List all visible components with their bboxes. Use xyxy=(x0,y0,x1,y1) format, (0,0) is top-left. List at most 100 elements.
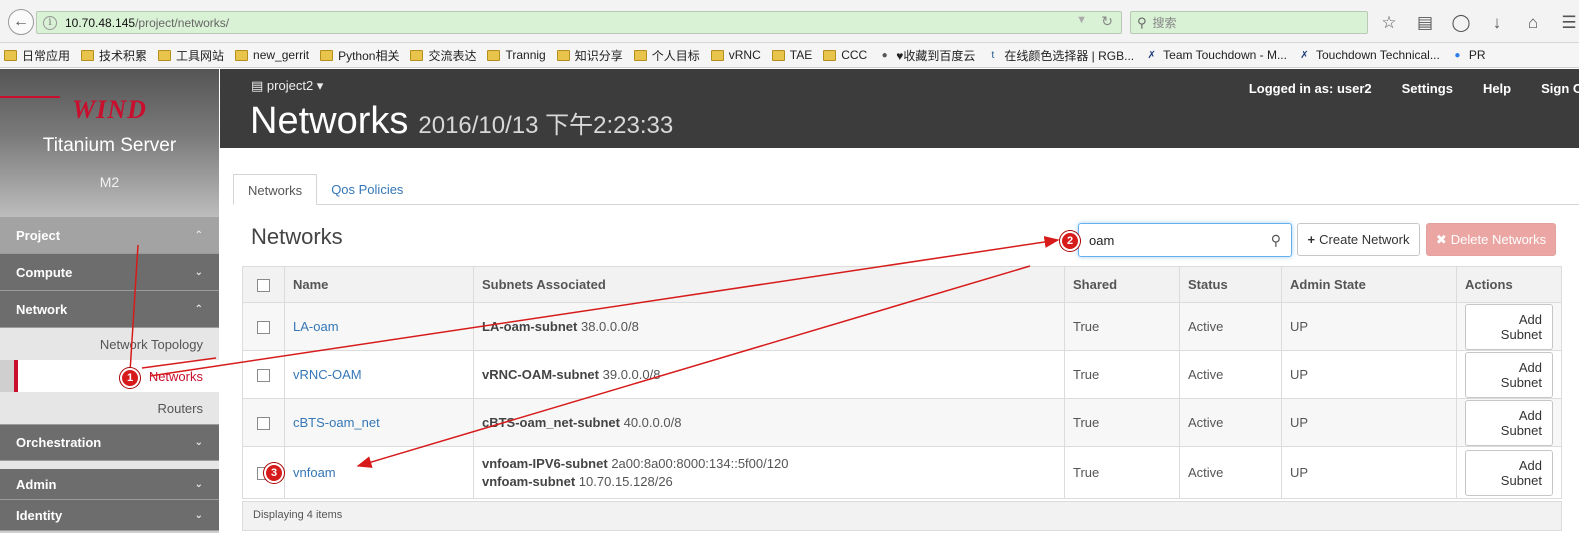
page-title-text: Networks xyxy=(250,100,409,142)
browser-search-box[interactable]: ⚲ 搜索 xyxy=(1130,11,1368,34)
add-subnet-button[interactable]: Add Subnet xyxy=(1465,449,1553,496)
subnets-cell: vRNC-OAM-subnet 39.0.0.0/8 xyxy=(473,350,1065,399)
caret-down-icon: ▾ xyxy=(316,78,324,93)
folder-icon xyxy=(235,49,249,61)
bookmark-item[interactable]: CCC xyxy=(823,48,867,62)
reload-icon[interactable]: ↻ xyxy=(1101,13,1113,30)
bookmark-item[interactable]: vRNC xyxy=(710,48,761,62)
add-subnet-button[interactable]: Add Subnet xyxy=(1465,351,1553,398)
search-icon[interactable]: ⚲ xyxy=(1271,232,1281,249)
col-subnets[interactable]: Subnets Associated xyxy=(473,266,1065,303)
help-link[interactable]: Help xyxy=(1483,81,1511,96)
folder-icon xyxy=(823,49,837,61)
table-row: LA-oam LA-oam-subnet 38.0.0.0/8 True Act… xyxy=(242,302,1562,351)
nav-admin[interactable]: Admin ⌄ xyxy=(0,469,219,500)
filter-input[interactable]: oam ⚲ xyxy=(1078,223,1292,257)
nav-network[interactable]: Network ⌃ xyxy=(0,291,219,328)
col-admin-state[interactable]: Admin State xyxy=(1281,266,1457,303)
folder-icon xyxy=(556,49,570,61)
address-bar[interactable]: i 10.70.48.145/project/networks/ ▼ ↻ xyxy=(36,11,1122,34)
select-all-cell xyxy=(242,266,285,303)
bookmark-item[interactable]: new_gerrit xyxy=(235,48,309,62)
bookmark-item[interactable]: 日常应用 xyxy=(4,47,70,64)
menu-icon[interactable]: ☰ xyxy=(1558,12,1579,34)
home-icon[interactable]: ⌂ xyxy=(1522,12,1544,34)
create-network-button[interactable]: + Create Network xyxy=(1297,223,1420,256)
sign-out-link[interactable]: Sign O xyxy=(1541,81,1579,96)
network-name-link[interactable]: vnfoam xyxy=(293,465,336,480)
tab-qos-policies[interactable]: Qos Policies xyxy=(317,174,417,205)
download-icon[interactable]: ↓ xyxy=(1486,12,1508,34)
sidebar-item-routers[interactable]: Routers xyxy=(0,392,219,424)
network-name-link[interactable]: cBTS-oam_net xyxy=(293,415,380,430)
subnet-line: vnfoam-IPV6-subnet 2a00:8a00:8000:134::5… xyxy=(482,456,1056,471)
bookmark-item[interactable]: ● PR xyxy=(1451,48,1485,62)
project-icon: ▤ xyxy=(251,78,264,93)
name-cell: vnfoam xyxy=(284,446,474,499)
toolbar-icons: ☆ ▤ ◯ ↓ ⌂ ☰ xyxy=(1378,12,1579,34)
sidebar-item-network-topology[interactable]: Network Topology xyxy=(0,328,219,360)
col-shared[interactable]: Shared xyxy=(1064,266,1180,303)
tab-networks[interactable]: Networks xyxy=(233,174,318,205)
row-checkbox[interactable] xyxy=(257,369,270,383)
subnet-cidr: 40.0.0.0/8 xyxy=(623,415,682,430)
select-all-checkbox[interactable] xyxy=(257,279,270,293)
bookmark-item[interactable]: TAE xyxy=(771,48,812,62)
dropdown-arrow-icon[interactable]: ▼ xyxy=(1076,14,1087,26)
bookmark-item[interactable]: 交流表达 xyxy=(410,47,476,64)
folder-icon xyxy=(771,49,785,61)
bookmark-item[interactable]: 技术积累 xyxy=(81,47,147,64)
table-row: vRNC-OAM vRNC-OAM-subnet 39.0.0.0/8 True… xyxy=(242,350,1562,399)
bookmark-item[interactable]: 工具网站 xyxy=(158,47,224,64)
url-path: /project/networks/ xyxy=(135,15,230,30)
nav-compute[interactable]: Compute ⌄ xyxy=(0,254,219,291)
folder-icon xyxy=(320,49,334,61)
bookmark-label: 在线颜色选择器 | RGB... xyxy=(1004,48,1135,63)
pocket-icon[interactable]: ◯ xyxy=(1450,12,1472,34)
subnet-name: LA-oam-subnet xyxy=(482,319,578,334)
row-checkbox[interactable] xyxy=(257,417,270,431)
project-selector[interactable]: ▤ project2 ▾ xyxy=(251,78,323,94)
nav-orchestration[interactable]: Orchestration ⌄ xyxy=(0,424,219,461)
network-name-link[interactable]: vRNC-OAM xyxy=(293,367,362,382)
settings-link[interactable]: Settings xyxy=(1402,81,1453,96)
project-selector-label: project2 xyxy=(266,78,314,93)
row-select-cell xyxy=(242,350,285,399)
back-arrow-icon[interactable]: ← xyxy=(8,9,34,35)
bookmark-item[interactable]: t 在线颜色选择器 | RGB... xyxy=(986,47,1134,64)
reading-list-icon[interactable]: ▤ xyxy=(1414,12,1436,34)
subnet-line: vnfoam-subnet 10.70.15.128/26 xyxy=(482,474,1056,489)
bookmarks-bar: 日常应用 技术积累 工具网站 new_gerrit Python相关 交流表达 Tranni… xyxy=(0,43,1579,68)
delete-networks-button[interactable]: ✖ Delete Networks xyxy=(1426,223,1556,256)
col-name[interactable]: Name xyxy=(284,266,474,303)
subnet-name: vnfoam-IPV6-subnet xyxy=(482,456,608,471)
col-status[interactable]: Status xyxy=(1179,266,1282,303)
name-cell: vRNC-OAM xyxy=(284,350,474,399)
bookmark-item[interactable]: Python相关 xyxy=(320,47,399,64)
table-header-row: Name Subnets Associated Shared Status Ad… xyxy=(242,266,1562,303)
bookmark-label: Python相关 xyxy=(338,48,400,63)
add-subnet-button[interactable]: Add Subnet xyxy=(1465,303,1553,350)
sidebar-item-networks[interactable]: Networks xyxy=(14,360,219,392)
bookmark-item[interactable]: 知识分享 xyxy=(556,47,623,64)
delete-networks-label: Delete Networks xyxy=(1450,232,1547,247)
subnet-name: vRNC-OAM-subnet xyxy=(482,367,599,382)
nav-project[interactable]: Project ⌃ xyxy=(0,217,219,254)
star-icon[interactable]: ☆ xyxy=(1378,12,1400,34)
add-subnet-button[interactable]: Add Subnet xyxy=(1465,399,1553,446)
info-icon[interactable]: i xyxy=(43,15,57,30)
shared-cell: True xyxy=(1064,302,1180,351)
plus-icon: + xyxy=(1307,232,1316,247)
bookmark-item[interactable]: ● ♥收藏到百度云 xyxy=(878,47,976,64)
bookmark-item[interactable]: Trannig xyxy=(487,48,546,62)
admin-state-cell: UP xyxy=(1281,446,1457,499)
nav-identity[interactable]: Identity ⌄ xyxy=(0,500,219,531)
bookmark-label: 知识分享 xyxy=(574,48,623,63)
bookmark-item[interactable]: ✗ Team Touchdown - M... xyxy=(1145,48,1287,62)
actions-cell: Add Subnet xyxy=(1456,302,1562,351)
bookmark-item[interactable]: ✗ Touchdown Technical... xyxy=(1298,48,1440,62)
row-checkbox[interactable] xyxy=(257,321,270,335)
x-icon: ✗ xyxy=(1147,49,1156,61)
network-name-link[interactable]: LA-oam xyxy=(293,319,339,334)
bookmark-item[interactable]: 个人目标 xyxy=(633,47,700,64)
